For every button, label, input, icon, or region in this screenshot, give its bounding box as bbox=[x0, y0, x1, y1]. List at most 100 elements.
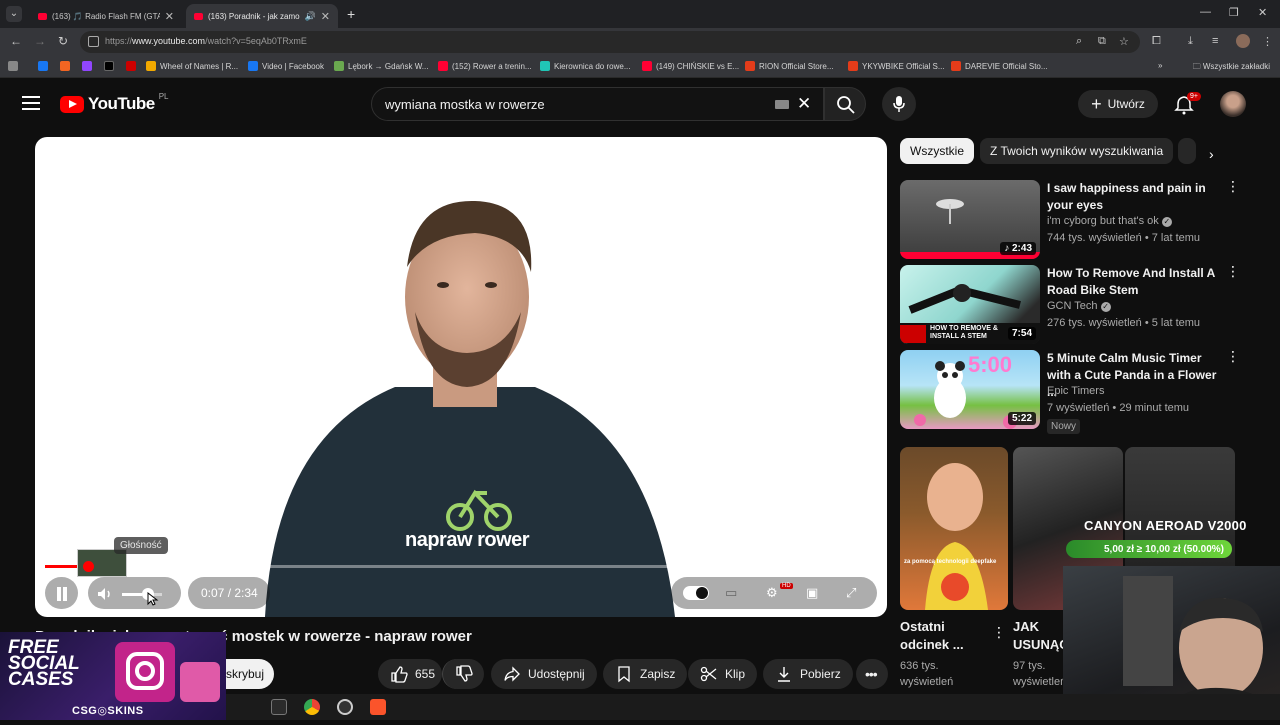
bookmark-item[interactable] bbox=[60, 61, 70, 71]
close-tab-icon[interactable]: ✕ bbox=[321, 10, 330, 23]
channel-name[interactable]: i'm cyborg but that's ok ✓ bbox=[1047, 215, 1172, 227]
bookmark-wheel-of-names[interactable]: Wheel of Names | R... bbox=[146, 61, 238, 71]
user-avatar[interactable] bbox=[1220, 91, 1246, 117]
save-button[interactable]: Zapisz bbox=[603, 659, 688, 689]
clip-button[interactable]: Klip bbox=[688, 659, 758, 689]
autoplay-toggle[interactable] bbox=[683, 586, 709, 600]
bookmark-chinskie[interactable]: (149) CHIŃSKIE vs E... bbox=[642, 61, 739, 71]
close-tab-icon[interactable]: ✕ bbox=[165, 10, 174, 23]
create-button[interactable]: + Utwórz bbox=[1078, 90, 1158, 118]
keyboard-icon[interactable] bbox=[775, 100, 789, 109]
bookmark-star-icon[interactable]: ☆ bbox=[1119, 35, 1129, 48]
bookmark-ykywbike[interactable]: YKYWBIKE Official S... bbox=[848, 61, 945, 71]
apps-grid-icon[interactable] bbox=[8, 61, 18, 71]
subscribe-button[interactable]: skrybuj bbox=[222, 659, 274, 689]
menu-kebab-icon[interactable]: ⋮ bbox=[1262, 35, 1273, 48]
tab-search-button[interactable]: ⌄ bbox=[6, 6, 22, 22]
bookmark-x[interactable] bbox=[104, 61, 114, 71]
more-options-icon[interactable]: ⋮ bbox=[1226, 349, 1240, 363]
verified-icon: ✓ bbox=[1100, 302, 1111, 312]
clear-search-icon[interactable]: ✕ bbox=[797, 94, 811, 114]
download-button[interactable]: Pobierz bbox=[763, 659, 853, 689]
more-actions-button[interactable]: ••• bbox=[856, 659, 888, 689]
bookmark-rion[interactable]: RION Official Store... bbox=[745, 61, 834, 71]
ad-brand: CSG◎SKINS bbox=[72, 705, 144, 717]
more-options-icon[interactable]: ⋮ bbox=[1226, 179, 1240, 193]
bookmark-lebork-gdansk[interactable]: Lębork → Gdańsk W... bbox=[334, 61, 428, 71]
thumbs-down-icon bbox=[456, 665, 473, 682]
forward-icon[interactable]: → bbox=[34, 34, 46, 48]
voice-search-button[interactable] bbox=[882, 87, 916, 121]
dislike-button[interactable] bbox=[442, 659, 484, 689]
chevron-right-icon[interactable]: › bbox=[1209, 146, 1214, 162]
like-button[interactable]: 655 bbox=[378, 659, 442, 689]
volume-icon[interactable] bbox=[96, 585, 114, 603]
bookmark-rower-trening[interactable]: (152) Rower a trenin... bbox=[438, 61, 532, 71]
chip-all[interactable]: Wszystkie bbox=[900, 138, 974, 164]
video-duration: 5:22 bbox=[1007, 412, 1036, 425]
search-input[interactable]: wymiana mostka w rowerze ✕ bbox=[371, 87, 824, 121]
channel-name[interactable]: GCN Tech ✓ bbox=[1047, 300, 1111, 312]
extensions-icon[interactable]: ⧠ bbox=[1152, 35, 1161, 48]
profile-avatar[interactable] bbox=[1236, 34, 1250, 48]
scissors-icon bbox=[700, 666, 717, 682]
more-options-icon[interactable]: ⋮ bbox=[992, 624, 1006, 641]
browser-tab-active[interactable]: (163) Poradnik - jak zamont 🔊 ✕ bbox=[186, 4, 338, 28]
video-thumbnail[interactable]: HOW TO REMOVE & INSTALL A STEM 7:54 bbox=[900, 265, 1040, 344]
terminal-icon[interactable] bbox=[271, 699, 287, 715]
bookmark-facebook[interactable] bbox=[38, 61, 48, 71]
new-tab-button[interactable]: + bbox=[347, 6, 355, 22]
video-duration: ♪ 2:43 bbox=[1000, 242, 1036, 255]
chrome-icon[interactable] bbox=[304, 699, 320, 715]
search-query-text: wymiana mostka w rowerze bbox=[385, 97, 545, 112]
all-bookmarks-folder[interactable]: 🗀 Wszystkie zakładki bbox=[1193, 61, 1270, 75]
chip-from-search[interactable]: Z Twoich wyników wyszukiwania bbox=[980, 138, 1174, 164]
zoom-icon[interactable]: ⌕ bbox=[1076, 35, 1082, 48]
bookmark-video-facebook[interactable]: Video | Facebook bbox=[248, 61, 324, 71]
youtube-logo[interactable]: YouTube PL bbox=[60, 92, 169, 114]
browser-tab[interactable]: (163) 🎵 Radio Flash FM (GTA V ✕ bbox=[30, 4, 182, 28]
short-views: 636 tys. wyświetleń bbox=[900, 660, 954, 688]
progress-scrubber-handle[interactable] bbox=[83, 561, 94, 572]
share-button[interactable]: Udostępnij bbox=[491, 659, 597, 689]
youtube-favicon-icon bbox=[38, 12, 47, 20]
recommendation-item[interactable]: HOW TO REMOVE & INSTALL A STEM 7:54 How … bbox=[900, 264, 1240, 345]
bookmark-kierownica[interactable]: Kierownica do rowe... bbox=[540, 61, 630, 71]
bookmark-darevie[interactable]: DAREVIE Official Sto... bbox=[951, 61, 1048, 71]
search-button[interactable] bbox=[824, 87, 866, 121]
reading-list-icon[interactable]: ≡ bbox=[1212, 35, 1218, 47]
brave-icon[interactable] bbox=[370, 699, 386, 715]
bookmark-item[interactable] bbox=[126, 61, 136, 71]
reload-icon[interactable]: ↻ bbox=[58, 34, 68, 48]
more-options-icon[interactable]: ⋮ bbox=[1226, 264, 1240, 278]
close-window-icon[interactable]: ✕ bbox=[1258, 6, 1267, 19]
more-bookmarks-icon[interactable]: » bbox=[1158, 61, 1162, 70]
back-icon[interactable]: ← bbox=[10, 34, 22, 48]
progress-bar[interactable] bbox=[45, 565, 877, 568]
restore-icon[interactable]: ❐ bbox=[1229, 6, 1239, 19]
downloads-icon[interactable]: ⤓ bbox=[1188, 35, 1193, 48]
recommendation-item[interactable]: ♪ 2:43 I saw happiness and pain in your e… bbox=[900, 179, 1240, 260]
fullscreen-icon[interactable]: ⤢ bbox=[846, 585, 856, 601]
video-player[interactable]: napraw rower Głośność 0:07 / 2:34 ▭ ⚙ HD… bbox=[35, 137, 887, 617]
channel-name[interactable]: Epic Timers bbox=[1047, 385, 1104, 397]
obs-icon[interactable] bbox=[337, 699, 353, 715]
theater-mode-icon[interactable]: ▣ bbox=[806, 585, 818, 601]
install-app-icon[interactable]: ⧉ bbox=[1098, 35, 1106, 48]
address-bar[interactable]: https://www.youtube.com/watch?v=5eqAb0TR… bbox=[80, 31, 1140, 53]
minimize-icon[interactable]: — bbox=[1200, 6, 1211, 18]
audio-playing-icon[interactable]: 🔊 bbox=[305, 11, 316, 22]
chip-overflow[interactable] bbox=[1178, 138, 1196, 164]
video-thumbnail[interactable]: ♪ 2:43 bbox=[900, 180, 1040, 259]
recommendation-item[interactable]: 5:00 5:22 5 Minute Calm Music Timer with … bbox=[900, 349, 1240, 434]
short-thumbnail[interactable]: za pomocą technologii deepfake bbox=[900, 447, 1008, 610]
video-thumbnail[interactable]: 5:00 5:22 bbox=[900, 350, 1040, 429]
tab-title: (163) Poradnik - jak zamont bbox=[208, 11, 300, 21]
promo-title: CANYON AEROAD V2000 bbox=[1084, 518, 1247, 533]
video-title: How To Remove And Install A Road Bike Ste… bbox=[1047, 266, 1216, 297]
bookmark-twitch[interactable] bbox=[82, 61, 92, 71]
subtitles-icon[interactable]: ▭ bbox=[725, 585, 737, 601]
site-info-icon[interactable] bbox=[88, 36, 99, 47]
settings-gear-icon[interactable]: ⚙ bbox=[766, 585, 778, 601]
guide-menu-icon[interactable] bbox=[22, 96, 40, 110]
